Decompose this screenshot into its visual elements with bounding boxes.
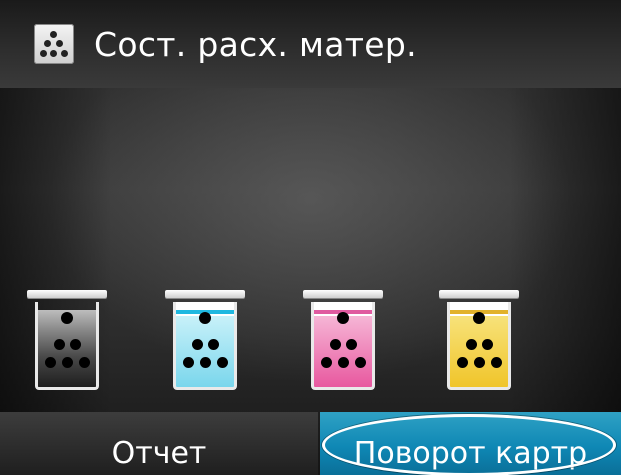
ink-level-yellow — [450, 316, 508, 387]
ink-dot-icon — [482, 339, 493, 350]
ink-dot-icon — [337, 312, 349, 324]
softkey-bar: Отчет Поворот картр — [0, 412, 621, 475]
cartridge-lid — [439, 290, 519, 298]
ink-dot-icon — [54, 339, 65, 350]
report-button-label: Отчет — [111, 436, 207, 471]
ink-dot-icon — [491, 357, 502, 368]
ink-dot-icon — [183, 357, 194, 368]
ink-dot-icon — [200, 357, 211, 368]
ink-dot-icon — [321, 357, 332, 368]
page-title: Сост. расх. матер. — [94, 24, 417, 64]
ink-dot-icon — [79, 357, 90, 368]
ink-dot-icon — [62, 357, 73, 368]
cartridge-cyan[interactable] — [165, 286, 245, 404]
printer-screen: Сост. расх. матер. Отчет Поворот картр — [0, 0, 621, 475]
ink-dot-icon — [70, 339, 81, 350]
cartridge-lid — [165, 290, 245, 298]
ink-level-cyan — [176, 316, 234, 387]
ink-dot-icon — [466, 339, 477, 350]
ink-dot-icon — [330, 339, 341, 350]
cartridge-lid — [303, 290, 383, 298]
ink-dot-icon — [346, 339, 357, 350]
cartridge-lid — [27, 290, 107, 298]
cartridge-row — [0, 286, 621, 411]
ink-dot-icon — [338, 357, 349, 368]
rotate-cartridges-button[interactable]: Поворот картр — [320, 412, 621, 475]
title-bar: Сост. расх. матер. — [0, 0, 621, 88]
ink-dot-icon — [355, 357, 366, 368]
ink-dot-icon — [473, 312, 485, 324]
supplies-icon — [34, 24, 74, 64]
ink-dot-icon — [457, 357, 468, 368]
ink-dot-icon — [199, 312, 211, 324]
ink-dot-icon — [474, 357, 485, 368]
ink-dot-icon — [45, 357, 56, 368]
ink-dot-icon — [192, 339, 203, 350]
cartridge-black[interactable] — [27, 286, 107, 404]
ink-dot-icon — [217, 357, 228, 368]
report-button[interactable]: Отчет — [0, 412, 318, 475]
rotate-cartridges-label: Поворот картр — [353, 436, 588, 471]
cartridge-yellow[interactable] — [439, 286, 519, 404]
cartridge-magenta[interactable] — [303, 286, 383, 404]
ink-dot-icon — [61, 312, 73, 324]
ink-level-magenta — [314, 316, 372, 387]
ink-dot-icon — [208, 339, 219, 350]
